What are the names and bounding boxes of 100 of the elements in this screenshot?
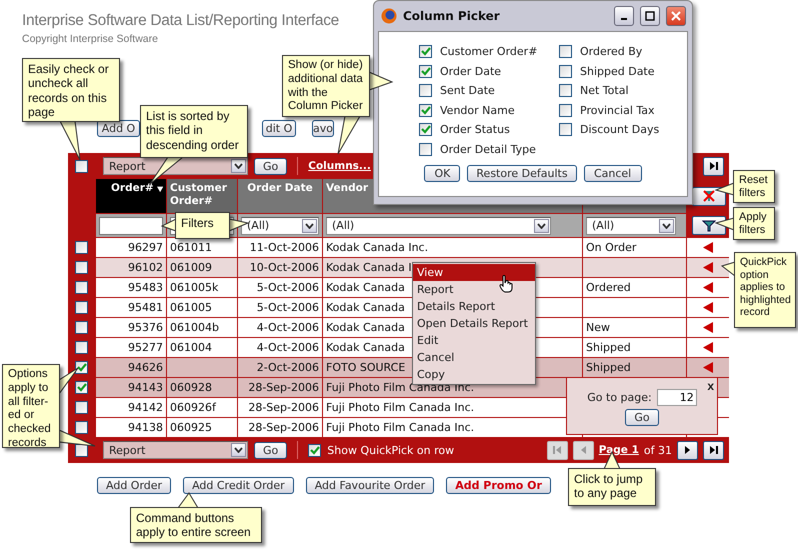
- checkbox[interactable]: [75, 281, 88, 294]
- hand-cursor-icon: [499, 275, 513, 293]
- command-button[interactable]: dit O: [262, 120, 296, 137]
- table-cell: 94143: [96, 378, 166, 397]
- page-number-input[interactable]: 12: [656, 389, 697, 406]
- callout-tooltip: Options apply to all filter-ed or checked records: [2, 364, 60, 448]
- checkbox[interactable]: [75, 381, 88, 394]
- dialog-button[interactable]: OK: [424, 165, 460, 182]
- dialog-button[interactable]: Restore Defaults: [467, 165, 577, 182]
- dropdown-select[interactable]: (All): [586, 216, 676, 234]
- column-option[interactable]: Net Total: [559, 81, 699, 100]
- checkbox[interactable]: [559, 64, 572, 78]
- column-header[interactable]: Order Date: [238, 179, 322, 213]
- checkbox[interactable]: [559, 84, 572, 98]
- column-option[interactable]: Discount Days: [559, 120, 699, 140]
- checkbox[interactable]: [75, 241, 88, 254]
- checkbox[interactable]: [75, 361, 88, 374]
- callout-tooltip: Show (or hide) additional data with the Column Picker: [282, 55, 370, 117]
- table-cell: 95376: [96, 318, 166, 337]
- table-cell: Shipped: [583, 358, 686, 377]
- quickpick-arrow-icon[interactable]: [703, 242, 713, 253]
- quickpick-arrow-icon[interactable]: [703, 322, 713, 333]
- close-button[interactable]: x: [707, 379, 714, 393]
- table-cell: 061004b: [167, 318, 237, 337]
- quickpick-arrow-icon[interactable]: [703, 282, 713, 293]
- column-option[interactable]: Order Detail Type: [419, 140, 559, 159]
- table-cell: 061004: [167, 338, 237, 357]
- callout-tooltip: Apply filters: [733, 207, 775, 240]
- column-option[interactable]: Ordered By: [559, 42, 699, 62]
- checkbox[interactable]: [559, 123, 572, 136]
- command-button[interactable]: Add O: [97, 120, 140, 137]
- column-option[interactable]: Order Date: [419, 62, 559, 81]
- column-header[interactable]: Customer Order#: [167, 179, 237, 213]
- column-option[interactable]: Order Status: [419, 120, 559, 140]
- reset-filters-button[interactable]: [692, 186, 726, 206]
- checkbox[interactable]: [419, 142, 432, 156]
- quickpick-arrow-icon[interactable]: [703, 302, 713, 313]
- table-cell: 94138: [96, 418, 166, 437]
- checkbox[interactable]: [75, 261, 88, 274]
- checkbox[interactable]: [75, 301, 88, 314]
- checkbox[interactable]: [559, 45, 572, 58]
- column-option[interactable]: Sent Date: [419, 81, 559, 100]
- minimize-button[interactable]: [614, 6, 634, 26]
- dropdown-select[interactable]: (All): [241, 216, 319, 234]
- apply-filters-button[interactable]: [692, 216, 726, 235]
- checkbox[interactable]: [75, 401, 88, 414]
- menu-item[interactable]: View: [413, 264, 535, 281]
- checkbox[interactable]: [419, 45, 432, 58]
- command-button[interactable]: Add Credit Order: [183, 477, 294, 494]
- column-header[interactable]: Order#: [96, 179, 166, 213]
- dialog-button[interactable]: Cancel: [584, 165, 642, 182]
- page-title: Interprise Software Data List/Reporting Interface: [22, 11, 339, 31]
- checkbox[interactable]: [75, 421, 88, 434]
- quickpick-arrow-icon[interactable]: [703, 262, 713, 273]
- menu-item[interactable]: Report: [413, 281, 535, 298]
- quickpick-arrow-icon[interactable]: [703, 362, 713, 373]
- checkbox[interactable]: [419, 123, 432, 136]
- column-option[interactable]: Provincial Tax: [559, 100, 699, 120]
- menu-item[interactable]: Open Details Report: [413, 315, 535, 332]
- go-button[interactable]: Go: [254, 442, 288, 458]
- go-button[interactable]: Go: [254, 158, 288, 174]
- filter-input[interactable]: [99, 216, 163, 234]
- command-button[interactable]: Add Order: [97, 477, 172, 494]
- checkbox[interactable]: [75, 341, 88, 354]
- maximize-button[interactable]: [640, 6, 660, 26]
- last-page-button[interactable]: [703, 440, 724, 460]
- checkbox[interactable]: [419, 64, 432, 78]
- callout-tooltip: Easily check or uncheck all records on this page: [22, 58, 120, 122]
- dropdown-select[interactable]: Report: [103, 441, 248, 459]
- last-page-icon: [708, 445, 718, 455]
- table-cell: 061011: [167, 238, 237, 257]
- columns-link[interactable]: Columns...: [308, 160, 371, 172]
- table-cell: Kodak Canada Inc.: [323, 238, 582, 257]
- checkbox[interactable]: [75, 321, 88, 334]
- command-button[interactable]: Add Promo Or: [446, 477, 551, 494]
- last-page-button[interactable]: [703, 156, 724, 176]
- quickpick-arrow-icon[interactable]: [703, 342, 713, 353]
- column-option[interactable]: Vendor Name: [419, 100, 559, 120]
- checkbox[interactable]: [559, 104, 572, 117]
- filter-clear-icon: [702, 189, 716, 203]
- table-cell: 94626: [96, 358, 166, 377]
- go-button[interactable]: Go: [625, 409, 659, 426]
- command-button[interactable]: avo: [312, 120, 334, 137]
- table-cell: 94142: [96, 398, 166, 417]
- table-cell: 4-Oct-2006: [238, 338, 322, 357]
- next-page-button[interactable]: [677, 440, 698, 460]
- checkbox[interactable]: [419, 84, 432, 98]
- column-option[interactable]: Shipped Date: [559, 62, 699, 81]
- table-cell: 95483: [96, 278, 166, 297]
- column-option[interactable]: Customer Order#: [419, 42, 559, 62]
- checkbox[interactable]: [75, 160, 88, 172]
- close-button[interactable]: [666, 6, 686, 26]
- menu-item[interactable]: Details Report: [413, 298, 535, 315]
- last-page-icon: [708, 161, 718, 171]
- checkbox[interactable]: [419, 104, 432, 117]
- dropdown-select[interactable]: (All): [326, 216, 551, 234]
- command-button[interactable]: Add Favourite Order: [306, 477, 434, 494]
- checkbox[interactable]: [308, 444, 322, 456]
- table-cell: 96297: [96, 238, 166, 257]
- page-link[interactable]: Page 1: [598, 444, 639, 456]
